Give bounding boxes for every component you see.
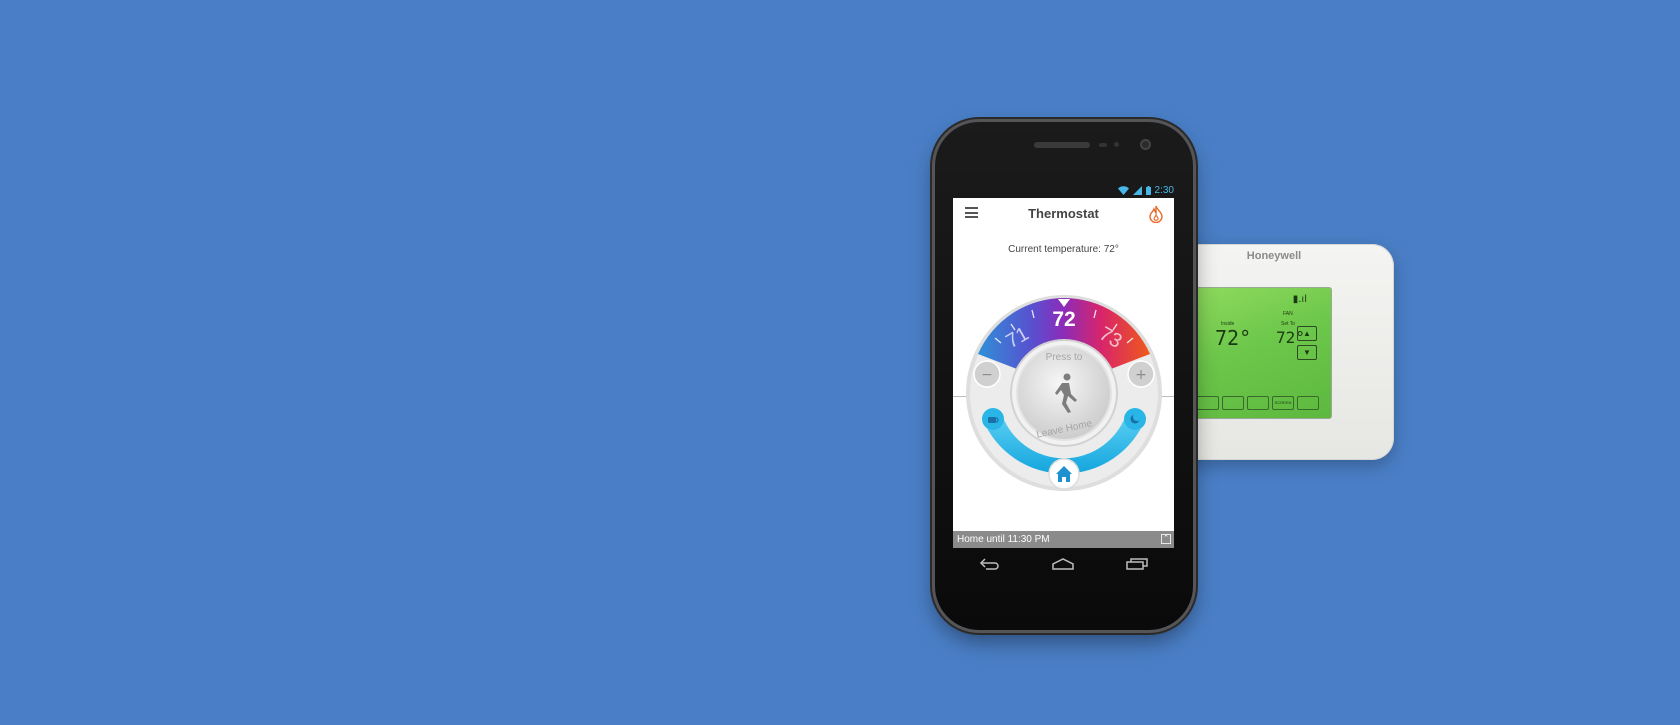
app-bar: Thermostat (953, 198, 1174, 228)
recents-button[interactable] (1117, 552, 1157, 576)
phone: 2:30 Thermostat Current temperature: 72° (935, 122, 1193, 630)
down-arrow-button[interactable]: ▼ (1297, 345, 1317, 360)
screen-key[interactable]: SCREEN (1272, 396, 1294, 410)
status-footer[interactable]: Home until 11:30 PM ⌃ (953, 531, 1174, 548)
soft-key[interactable] (1247, 396, 1269, 410)
home-outline-icon (1052, 558, 1075, 570)
expand-up-icon[interactable]: ⌃ (1161, 534, 1171, 544)
set-to-label: Set To (1281, 321, 1296, 327)
stage: Honeywell ▮.ıl Inside Set To FAN 72° 72°… (0, 0, 1680, 725)
back-icon (979, 558, 999, 570)
proximity-sensor (1099, 143, 1107, 147)
soft-key[interactable] (1297, 396, 1319, 410)
android-nav-bar (953, 548, 1174, 580)
current-temperature: Current temperature: 72° (1008, 244, 1119, 255)
inside-temp: 72° (1215, 326, 1252, 350)
speaker-grille (1034, 142, 1090, 148)
soft-key[interactable] (1222, 396, 1244, 410)
light-sensor (1114, 142, 1119, 147)
front-camera (1140, 139, 1151, 150)
battery-icon (1145, 186, 1151, 195)
cell-signal-icon (1132, 186, 1142, 195)
soft-key[interactable] (1197, 396, 1219, 410)
brand-label: Honeywell (1246, 250, 1302, 262)
status-time: 2:30 (1154, 185, 1174, 196)
page-title: Thermostat (1028, 206, 1099, 221)
home-nav-button[interactable] (1043, 552, 1083, 576)
wifi-icon (1117, 186, 1129, 195)
app-screen: Thermostat Current temperature: 72° 72 7… (953, 198, 1174, 548)
recents-icon (1126, 558, 1148, 570)
back-button[interactable] (970, 552, 1010, 576)
thermostat-dial: 72 71 73 − + Press to Leave Home (966, 295, 1162, 491)
fan-label: FAN (1283, 311, 1293, 317)
plus-icon: + (1135, 367, 1147, 383)
up-arrow-button[interactable]: ▲ (1297, 326, 1317, 341)
soft-keys: SCREEN (1197, 396, 1319, 410)
flame-icon[interactable] (1148, 205, 1164, 223)
setpoint-value: 72 (1052, 308, 1075, 331)
thermostat-display: ▮.ıl Inside Set To FAN 72° 72° ▲ ▼ SCREE… (1190, 287, 1332, 419)
signal-icon: ▮.ıl (1292, 294, 1307, 305)
minus-icon: − (981, 367, 993, 383)
press-to-label: Press to (1046, 352, 1083, 363)
away-status-text: Home until 11:30 PM (957, 534, 1050, 545)
status-bar: 2:30 (953, 183, 1174, 198)
